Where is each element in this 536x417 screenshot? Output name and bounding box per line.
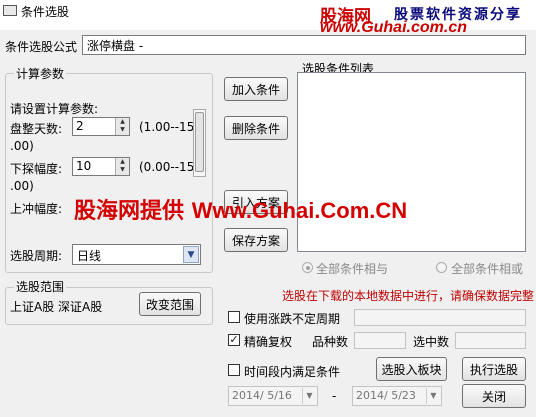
period-value: 日线 <box>77 249 102 263</box>
down-spin-arrows-icon[interactable]: ▲ ▼ <box>115 158 129 175</box>
calc-prompt: 请设置计算参数: <box>10 102 99 116</box>
watermark-overlay-url: Www.Guhai.Com.CN <box>191 198 408 223</box>
days-spin-arrows-icon[interactable]: ▲ ▼ <box>115 118 129 135</box>
exact-rights-label: 精确复权 <box>244 335 293 349</box>
start-date-value: 2014/ 5/16 <box>232 389 292 402</box>
variable-period-checkbox[interactable] <box>228 311 240 323</box>
param-label-down: 下探幅度: <box>10 162 63 176</box>
condition-stock-picker-window: 条件选股 股海网 股票软件资源分享 www.Guhai.com.cn 条件选股公… <box>0 0 536 417</box>
end-date-picker[interactable]: 2014/ 5/23 ▼ <box>352 386 442 406</box>
param-range-days-cont: .00) <box>10 139 34 153</box>
chevron-down-icon[interactable]: ▼ <box>183 246 199 263</box>
title-bar: 条件选股 股海网 股票软件资源分享 www.Guhai.com.cn <box>0 0 536 36</box>
period-label: 选股周期: <box>10 249 63 263</box>
scrollbar-thumb[interactable] <box>195 112 204 172</box>
scope-title: 选股范围 <box>14 278 67 295</box>
add-condition-button[interactable]: 加入条件 <box>224 77 288 101</box>
condition-list[interactable] <box>297 72 526 252</box>
param-range-down: (0.00--15 <box>139 160 195 174</box>
days-value: 2 <box>76 119 84 133</box>
formula-field[interactable]: 涨停横盘 - <box>82 35 526 55</box>
logic-or-label: 全部条件相或 <box>451 262 524 276</box>
window-icon <box>3 5 17 16</box>
params-scrollbar[interactable] <box>193 109 206 177</box>
watermark-overlay: 股海网提供 Www.Guhai.Com.CN <box>74 193 407 225</box>
exact-rights-checkbox[interactable]: ✓ <box>228 334 240 346</box>
variable-period-field[interactable] <box>354 309 526 326</box>
down-value: 10 <box>76 159 92 173</box>
start-date-picker[interactable]: 2014/ 5/16 ▼ <box>228 386 318 406</box>
period-select[interactable]: 日线 ▼ <box>72 244 201 265</box>
close-button[interactable]: 关闭 <box>462 384 526 408</box>
watermark-overlay-prefix: 股海网提供 <box>74 199 185 224</box>
logic-and-radio[interactable] <box>302 262 313 273</box>
stock-count-label: 品种数 <box>312 335 349 349</box>
down-stepper[interactable]: 10 ▲ ▼ <box>72 157 130 176</box>
param-range-down-cont: .00) <box>10 179 34 193</box>
selected-count-label: 选中数 <box>413 335 450 349</box>
days-stepper[interactable]: 2 ▲ ▼ <box>72 117 130 136</box>
watermark-logo: 股海网 股票软件资源分享 www.Guhai.com.cn <box>314 0 536 36</box>
scope-value: 上证A股 深证A股 <box>10 300 103 314</box>
formula-label: 条件选股公式 <box>5 40 78 54</box>
notice-text: 选股在下载的本地数据中进行，请确保数据完整 <box>282 289 535 303</box>
to-block-button[interactable]: 选股入板块 <box>376 357 447 381</box>
stock-count-field <box>354 332 406 349</box>
formula-value: 涨停横盘 - <box>87 39 144 53</box>
calendar-dropdown-icon[interactable]: ▼ <box>302 388 316 404</box>
selected-count-field <box>455 332 526 349</box>
execute-button[interactable]: 执行选股 <box>462 357 526 381</box>
calendar-dropdown-icon[interactable]: ▼ <box>426 388 440 404</box>
time-range-label: 时间段内满足条件 <box>244 365 341 379</box>
logic-and-label: 全部条件相与 <box>316 262 389 276</box>
param-label-days: 盘整天数: <box>10 122 63 136</box>
logic-or-radio[interactable] <box>436 262 447 273</box>
calc-params-title: 计算参数 <box>14 65 67 82</box>
delete-condition-button[interactable]: 删除条件 <box>224 116 288 140</box>
save-plan-button[interactable]: 保存方案 <box>224 228 288 252</box>
param-label-up: 上冲幅度: <box>10 202 63 216</box>
variable-period-label: 使用涨跌不定周期 <box>244 312 341 326</box>
change-scope-button[interactable]: 改变范围 <box>139 292 201 316</box>
param-range-days: (1.00--15 <box>139 120 195 134</box>
end-date-value: 2014/ 5/23 <box>356 389 416 402</box>
time-range-checkbox[interactable] <box>228 364 240 376</box>
window-title: 条件选股 <box>21 5 70 19</box>
date-separator: - <box>332 389 337 403</box>
